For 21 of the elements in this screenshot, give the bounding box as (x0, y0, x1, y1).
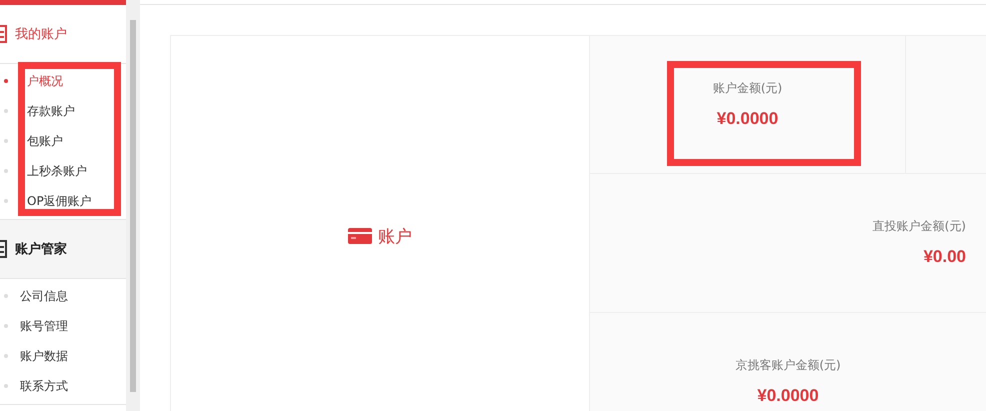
stat-label: 直投账户金额(元) (872, 218, 966, 235)
menu-item[interactable]: 包账户 (27, 132, 63, 150)
account-title: 账户 (378, 226, 412, 248)
menu-item[interactable]: 联系方式 (20, 378, 68, 394)
stat-value: ¥0.00 (923, 247, 966, 267)
menu-item[interactable]: 公司信息 (20, 288, 68, 304)
menu-item[interactable]: 存款账户 (27, 102, 75, 120)
menu-item[interactable]: OP返佣账户 (27, 192, 92, 210)
credit-card-icon (348, 228, 372, 244)
calendar-icon (0, 240, 7, 258)
stat-value: ¥0.0000 (757, 386, 819, 406)
stat-label: 账户金额(元) (712, 80, 782, 97)
section-header[interactable]: 账户管家 (0, 220, 126, 279)
stat-value: ¥0.0000 (716, 109, 778, 129)
stat-label: 京挑客账户金额(元) (735, 357, 841, 374)
menu-item[interactable]: 户概况 (27, 72, 63, 90)
menu-item[interactable]: 账户数据 (20, 348, 68, 364)
menu-item[interactable]: 上秒杀账户 (27, 162, 87, 180)
menu-item[interactable]: 账号管理 (20, 318, 68, 334)
scrollbar[interactable] (126, 0, 140, 411)
calendar-icon (0, 25, 7, 43)
